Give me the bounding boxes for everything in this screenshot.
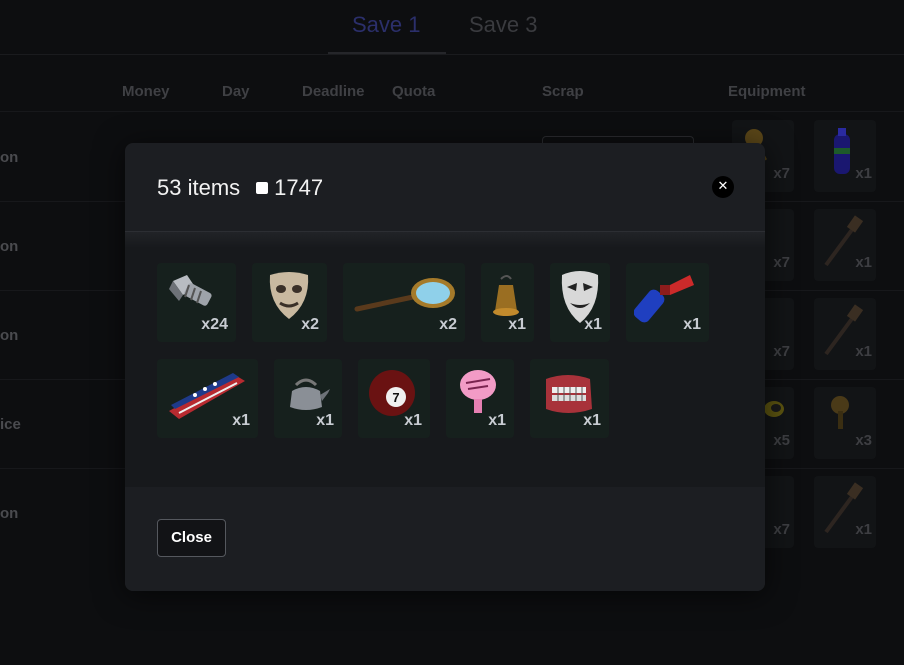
row-label: ice	[0, 416, 21, 433]
column-header-quota: Quota	[392, 83, 436, 100]
equipment-cell: x1	[814, 298, 876, 370]
key-icon	[831, 396, 849, 429]
scrap-items-modal: 53 items 1747 ✕ x24 x2 x2 x1 x1 x1 x1 x1…	[125, 143, 765, 591]
row-label: on	[0, 327, 19, 344]
tab-save-1[interactable]: Save 1	[352, 12, 421, 38]
item-quantity: x1	[683, 316, 701, 333]
column-header-deadline: Deadline	[302, 83, 365, 100]
kettle-icon	[290, 378, 330, 410]
equipment-count: x5	[773, 432, 790, 449]
equipment-cell: x1	[814, 120, 876, 192]
equipment-count: x7	[773, 521, 790, 538]
active-tab-indicator	[328, 52, 446, 54]
equipment-count: x7	[773, 254, 790, 271]
equipment-cell: x1	[814, 476, 876, 548]
item-pool-ball[interactable]: 7 x1	[358, 359, 430, 438]
modal-header: 53 items 1747 ✕	[125, 143, 765, 232]
item-count: 53 items	[157, 175, 241, 200]
item-quantity: x2	[439, 316, 457, 333]
row-divider	[0, 111, 904, 112]
item-tragedy-mask[interactable]: x1	[550, 263, 610, 342]
equipment-cell: x1	[814, 209, 876, 281]
column-header-money: Money	[122, 83, 170, 100]
tab-save-3[interactable]: Save 3	[469, 12, 538, 38]
item-teeth[interactable]: x1	[530, 359, 609, 438]
row-label: on	[0, 505, 19, 522]
item-quantity: x1	[583, 412, 601, 429]
column-header-equipment: Equipment	[728, 83, 806, 100]
item-quantity: x1	[508, 316, 526, 333]
items-grid: x24 x2 x2 x1 x1 x1 x1 x1 7 x1 x1 x1	[125, 232, 765, 487]
total-value: 1747	[274, 175, 324, 200]
item-magnifying-glass[interactable]: x2	[343, 263, 465, 342]
item-bell[interactable]: x1	[481, 263, 534, 342]
item-quantity: x1	[488, 412, 506, 429]
item-flag-toy[interactable]: x1	[157, 359, 258, 438]
equipment-cell: x3	[814, 387, 876, 459]
equipment-count: x1	[855, 521, 872, 538]
equipment-count: x3	[855, 432, 872, 449]
save-tabs: Save 1 Save 3	[0, 0, 904, 55]
item-quantity: x1	[316, 412, 334, 429]
item-quantity: x24	[201, 316, 228, 333]
bolt-icon	[169, 275, 212, 306]
item-quantity: x1	[404, 412, 422, 429]
row-label: on	[0, 238, 19, 255]
column-header-day: Day	[222, 83, 250, 100]
flashlight-icon	[764, 401, 784, 417]
item-whoopie-cushion[interactable]: x1	[446, 359, 514, 438]
item-air-horn[interactable]: x1	[626, 263, 709, 342]
equipment-count: x7	[773, 165, 790, 182]
item-tea-kettle[interactable]: x1	[274, 359, 342, 438]
magnifying-glass-icon	[354, 278, 455, 312]
equipment-count: x7	[773, 343, 790, 360]
modal-footer: Close	[125, 487, 765, 591]
modal-title: 53 items 1747	[157, 175, 323, 201]
value-icon	[256, 182, 269, 195]
equipment-count: x1	[855, 165, 872, 182]
close-button[interactable]: Close	[157, 519, 226, 557]
row-label: on	[0, 149, 19, 166]
column-header-scrap: Scrap	[542, 83, 584, 100]
equipment-count: x1	[855, 254, 872, 271]
item-quantity: x2	[301, 316, 319, 333]
svg-text:7: 7	[392, 390, 399, 405]
item-quantity: x1	[584, 316, 602, 333]
item-quantity: x1	[232, 412, 250, 429]
close-icon[interactable]: ✕	[712, 176, 734, 198]
item-comedy-mask[interactable]: x2	[252, 263, 327, 342]
equipment-count: x1	[855, 343, 872, 360]
item-large-bolt[interactable]: x24	[157, 263, 236, 342]
